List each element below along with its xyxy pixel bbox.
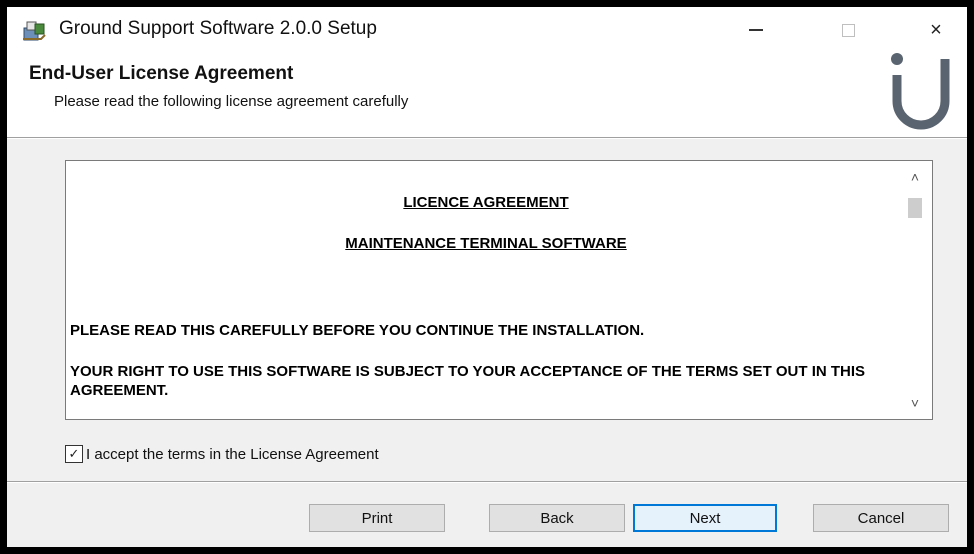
brand-u-logo (877, 49, 967, 139)
accept-terms-row[interactable]: ✓ I accept the terms in the License Agre… (65, 443, 379, 465)
back-button[interactable]: Back (489, 504, 625, 532)
installer-package-icon (21, 19, 47, 43)
license-subheading: MAINTENANCE TERMINAL SOFTWARE (345, 235, 627, 252)
next-button[interactable]: Next (633, 504, 777, 532)
page-title: End-User License Agreement (29, 63, 294, 84)
scroll-up-icon[interactable]: ˄ (898, 169, 932, 189)
checkmark-icon: ✓ (68, 446, 80, 461)
license-content: LICENCE AGREEMENT MAINTENANCE TERMINAL S… (66, 161, 896, 419)
license-paragraph: YOUR RIGHT TO USE THIS SOFTWARE IS SUBJE… (70, 363, 866, 399)
scroll-thumb[interactable] (908, 198, 922, 218)
close-button[interactable]: × (913, 11, 959, 49)
license-heading: LICENCE AGREEMENT (403, 194, 569, 211)
page-subtitle: Please read the following license agreem… (54, 93, 409, 110)
vertical-scrollbar[interactable]: ˄ ˅ (898, 161, 932, 419)
minimize-button[interactable] (733, 11, 779, 49)
setup-window: Ground Support Software 2.0.0 Setup × En… (7, 7, 967, 547)
banner-divider-highlight (7, 138, 967, 139)
print-button[interactable]: Print (309, 504, 445, 532)
scroll-down-icon[interactable]: ˅ (898, 395, 932, 415)
header-banner: End-User License Agreement Please read t… (7, 53, 967, 137)
title-bar: Ground Support Software 2.0.0 Setup × (7, 7, 967, 55)
maximize-button[interactable] (825, 11, 871, 49)
cancel-button[interactable]: Cancel (813, 504, 949, 532)
maximize-icon (841, 23, 855, 37)
license-paragraph: PLEASE READ THIS CAREFULLY BEFORE YOU CO… (70, 322, 645, 339)
license-text-box[interactable]: LICENCE AGREEMENT MAINTENANCE TERMINAL S… (65, 160, 933, 420)
close-icon: × (930, 18, 942, 41)
footer-divider-highlight (7, 482, 967, 483)
minimize-icon (749, 29, 763, 31)
accept-terms-label[interactable]: I accept the terms in the License Agreem… (86, 446, 379, 463)
window-title: Ground Support Software 2.0.0 Setup (59, 18, 377, 39)
accept-terms-checkbox[interactable]: ✓ (65, 445, 83, 463)
